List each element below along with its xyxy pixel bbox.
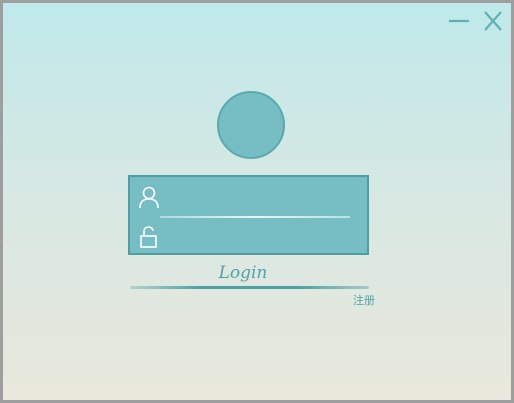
unlock-icon [140,226,157,248]
login-button[interactable]: Login [183,259,303,287]
close-button[interactable] [480,9,506,33]
register-link[interactable]: 注册 [335,292,375,310]
login-form [128,175,369,255]
password-input[interactable] [168,223,362,251]
close-icon [484,11,502,31]
login-window: Login 注册 [3,3,511,400]
username-input[interactable] [168,183,362,211]
password-field [130,217,367,255]
minus-icon [449,19,469,23]
user-icon [139,186,159,209]
avatar [217,91,285,159]
minimize-button[interactable] [446,9,472,33]
username-field [130,177,367,215]
login-underline [130,286,369,289]
